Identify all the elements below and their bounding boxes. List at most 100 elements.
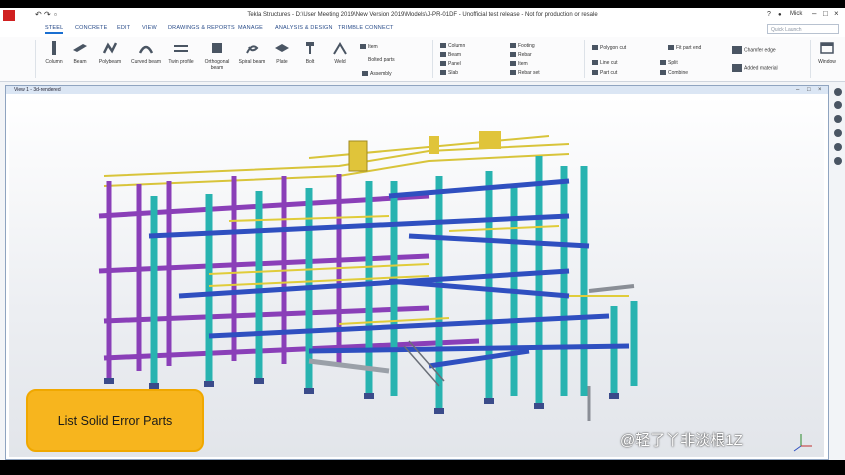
layers-icon[interactable] [834, 143, 842, 151]
user-name[interactable]: Mick [790, 11, 802, 17]
tab-manage[interactable]: MANAGE [238, 25, 263, 31]
split-icon [660, 60, 666, 66]
view-title: View 1 - 3d-rendered [14, 87, 61, 93]
spiral-beam-label: Spiral beam [238, 59, 266, 65]
assembly-button[interactable]: Assembly [362, 71, 392, 77]
twin-profile-label: Twin profile [168, 59, 194, 65]
minimize-icon[interactable]: – [812, 9, 816, 18]
bolted-parts-button[interactable]: Bolted parts [368, 57, 395, 63]
tab-drawings-reports[interactable]: DRAWINGS & REPORTS [168, 25, 235, 31]
ribbon-separator [35, 40, 36, 78]
combine-button[interactable]: Combine [660, 70, 688, 76]
watermark-text: @轻了丫非淡根1Z [620, 432, 743, 449]
column-icon [52, 41, 56, 55]
beam-icon [73, 44, 87, 52]
part-cut-button[interactable]: Part cut [592, 70, 617, 76]
plate-label: Plate [276, 59, 288, 65]
view-header: View 1 - 3d-rendered – □ × [6, 86, 828, 94]
line-cut-icon [592, 60, 598, 66]
right-toolbar [831, 88, 845, 248]
concrete-beam-button[interactable]: Beam [440, 52, 461, 58]
callout-text: List Solid Error Parts [57, 413, 173, 428]
panel-icon [440, 61, 446, 67]
title-bar: ↶ ↷ ▫ Tekla Structures - D:\User Meeting… [0, 8, 845, 24]
spiral-beam-icon [246, 45, 259, 54]
ribbon-tabs: STEEL CONCRETE EDIT VIEW DRAWINGS & REPO… [0, 23, 845, 37]
twin-profile-button[interactable]: Twin profile [165, 41, 197, 65]
chamfer-edge-icon [732, 46, 742, 54]
user-icon[interactable]: ● [778, 10, 782, 20]
window-icon [820, 42, 834, 54]
weld-icon [333, 42, 347, 55]
concrete-column-button[interactable]: Column [440, 43, 465, 49]
window-button[interactable]: Window [812, 41, 842, 65]
help-icon[interactable]: ? [767, 10, 771, 20]
rebar-icon [510, 52, 516, 58]
ribbon-separator [432, 40, 433, 78]
ribbon-separator [584, 40, 585, 78]
tab-edit[interactable]: EDIT [117, 25, 130, 31]
ribbon-separator [810, 40, 811, 78]
beam-button[interactable]: Beam [64, 41, 96, 65]
split-button[interactable]: Split [660, 60, 678, 66]
bolt-label: Bolt [305, 59, 315, 65]
tab-view[interactable]: VIEW [142, 25, 157, 31]
item-button[interactable]: Item [360, 44, 378, 50]
cloud-icon[interactable] [834, 115, 842, 123]
orthogonal-beam-label: Orthogonal beam [204, 59, 230, 71]
quick-launch-input[interactable]: Quick Launch [767, 24, 839, 34]
polybeam-button[interactable]: Polybeam [94, 41, 126, 65]
tekla-window: ↶ ↷ ▫ Tekla Structures - D:\User Meeting… [0, 8, 845, 460]
close-icon[interactable]: × [834, 9, 839, 18]
fit-part-end-button[interactable]: Fit part end [668, 45, 701, 51]
tab-steel[interactable]: STEEL [45, 25, 64, 34]
concrete-column-icon [440, 43, 446, 49]
footing-button[interactable]: Footing [510, 43, 535, 49]
polygon-cut-icon [592, 45, 598, 51]
rebar-button[interactable]: Rebar [510, 52, 532, 58]
axis-triad-icon [793, 434, 812, 452]
tab-analysis-design[interactable]: ANALYSIS & DESIGN [275, 25, 333, 31]
rebar-set-icon [510, 70, 516, 76]
curved-beam-icon [139, 45, 153, 54]
line-cut-button[interactable]: Line cut [592, 60, 618, 66]
twin-profile-icon [174, 45, 188, 52]
concrete-item-icon [510, 61, 516, 67]
curved-beam-button[interactable]: Curved beam [130, 41, 162, 65]
settings-icon[interactable] [834, 129, 842, 137]
polybeam-label: Polybeam [98, 59, 122, 65]
view-close-icon[interactable]: × [818, 86, 822, 94]
item-icon [360, 44, 366, 50]
more-icon[interactable] [834, 157, 842, 165]
orthogonal-beam-icon [212, 43, 222, 53]
footing-icon [510, 43, 516, 49]
concrete-item-button[interactable]: Item [510, 61, 528, 67]
orthogonal-beam-button[interactable]: Orthogonal beam [201, 41, 233, 71]
model-tree-icon[interactable] [834, 88, 842, 96]
assembly-icon [362, 71, 368, 77]
polybeam-icon [103, 42, 117, 54]
panel-button[interactable]: Panel [440, 61, 461, 67]
globe-icon[interactable] [834, 101, 842, 109]
weld-label: Weld [334, 59, 346, 65]
view-minimize-icon[interactable]: – [796, 86, 799, 94]
polygon-cut-button[interactable]: Polygon cut [592, 45, 626, 51]
ribbon: Column Beam Polybeam Curved beam Twin pr… [0, 37, 845, 82]
weld-button[interactable]: Weld [324, 41, 356, 65]
added-material-icon [732, 64, 742, 72]
spiral-beam-button[interactable]: Spiral beam [236, 41, 268, 65]
rebar-set-button[interactable]: Rebar set [510, 70, 540, 76]
slab-button[interactable]: Slab [440, 70, 458, 76]
chamfer-edge-button[interactable]: Chamfer edge [732, 46, 776, 54]
fit-part-end-icon [668, 45, 674, 51]
tab-trimble-connect[interactable]: TRIMBLE CONNECT [338, 25, 394, 31]
plate-icon [275, 44, 289, 52]
column-label: Column [45, 59, 63, 65]
tab-concrete[interactable]: CONCRETE [75, 25, 107, 31]
added-material-button[interactable]: Added material [732, 64, 778, 72]
bolt-button[interactable]: Bolt [294, 41, 326, 65]
maximize-icon[interactable]: □ [823, 9, 828, 18]
window-label: Window [818, 59, 836, 65]
bolt-icon [306, 42, 314, 54]
view-maximize-icon[interactable]: □ [807, 86, 811, 94]
